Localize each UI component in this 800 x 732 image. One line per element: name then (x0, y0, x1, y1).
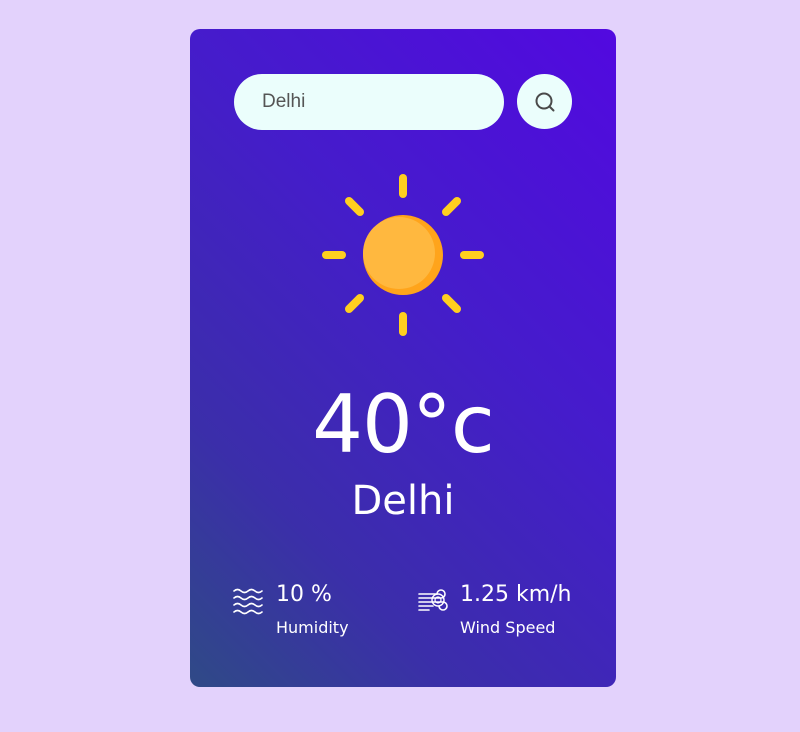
wind-detail: 1.25 km/h Wind Speed (416, 581, 572, 639)
city-search-input[interactable] (234, 74, 504, 130)
search-button[interactable] (517, 74, 572, 129)
city-name: Delhi (351, 478, 455, 524)
humidity-waves-icon (232, 585, 264, 617)
search-icon (534, 91, 556, 113)
humidity-value: 10 % (276, 582, 332, 607)
wind-icon (416, 585, 448, 617)
humidity-label: Humidity (276, 618, 349, 637)
wind-speed-value: 1.25 km/h (460, 582, 572, 607)
humidity-detail: 10 % Humidity (232, 581, 349, 639)
temperature-readout: 40°c (312, 378, 495, 471)
sun-icon (320, 172, 486, 338)
weather-card: 40°c Delhi 10 % Humidity (190, 29, 616, 687)
wind-speed-label: Wind Speed (460, 618, 556, 637)
